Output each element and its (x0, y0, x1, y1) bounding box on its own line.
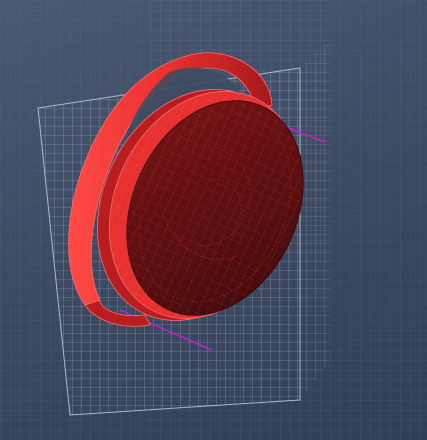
scene-canvas[interactable] (0, 0, 427, 440)
side-grid-plane (300, 40, 330, 400)
3d-viewport[interactable] (0, 0, 427, 440)
